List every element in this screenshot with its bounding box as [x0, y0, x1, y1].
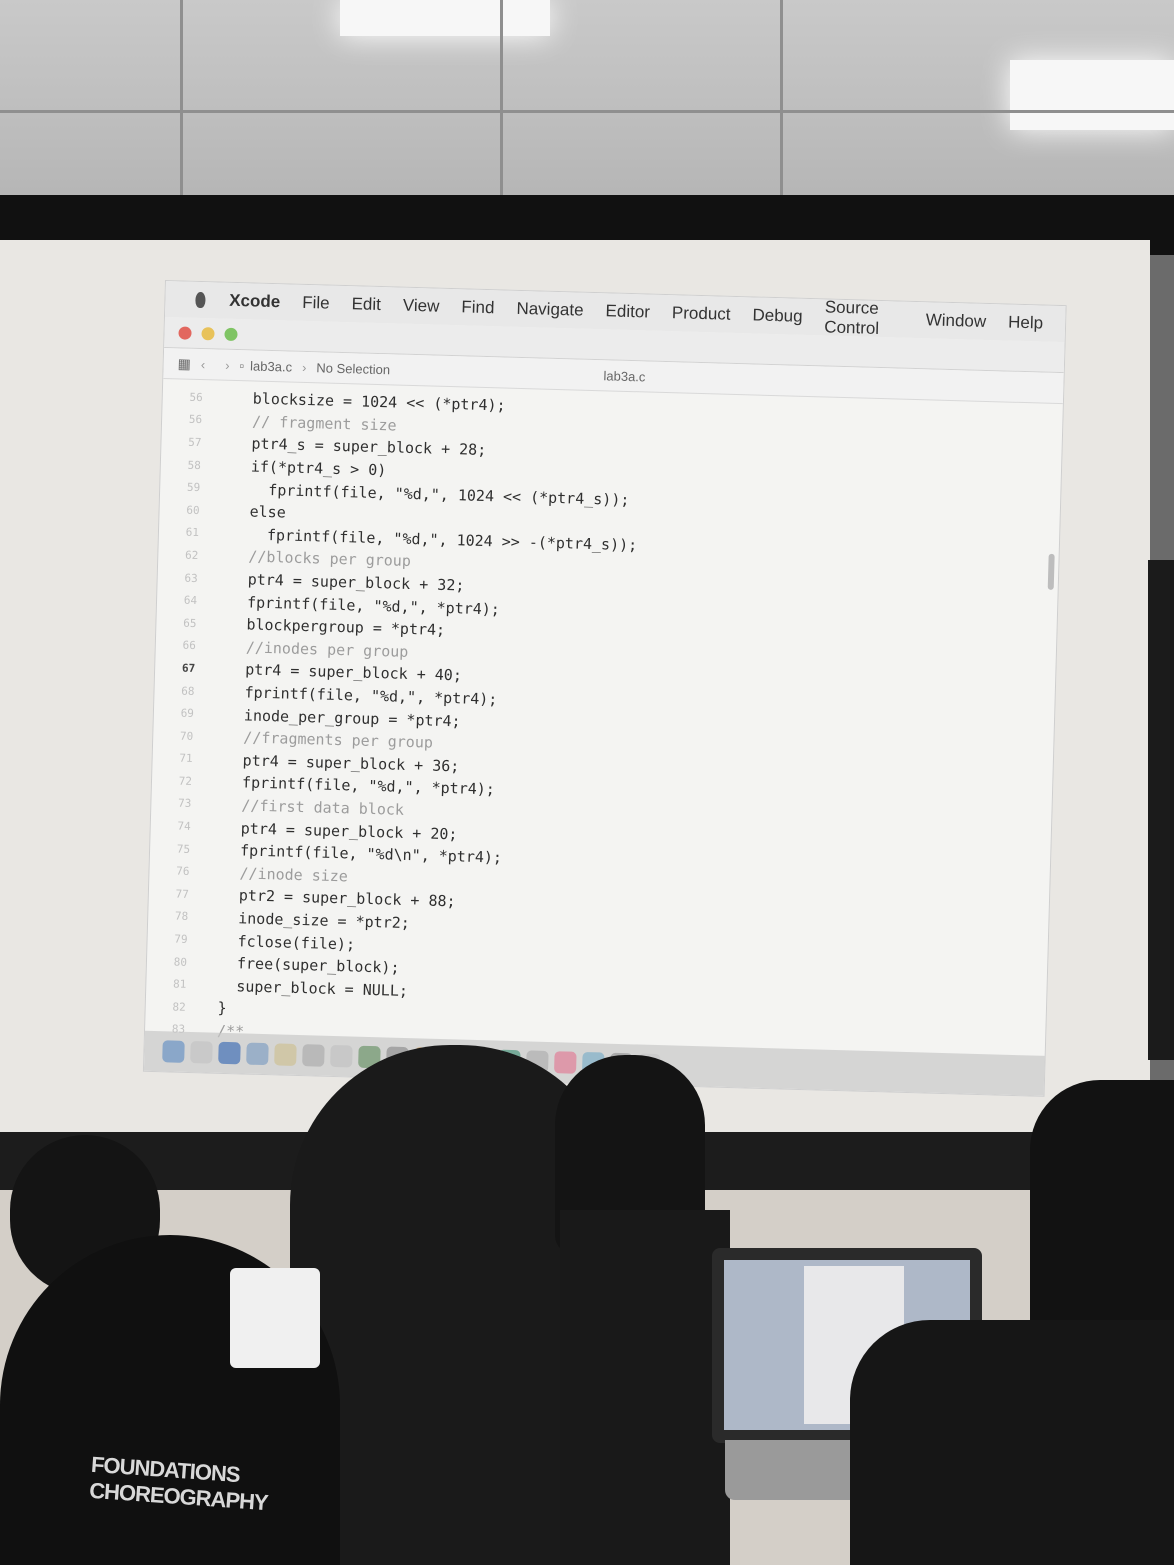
chevron-right-icon: ›	[301, 359, 307, 375]
ceiling-light	[340, 0, 550, 36]
line-number: 70	[179, 729, 194, 743]
chalkboard	[1148, 560, 1174, 1060]
line-number: 69	[180, 706, 195, 721]
menu-product[interactable]: Product	[672, 303, 731, 325]
dock-app-icon[interactable]	[274, 1043, 297, 1066]
line-number: 56	[188, 413, 203, 427]
line-number: 75	[176, 842, 191, 856]
grid-icon[interactable]: ▦	[177, 355, 191, 372]
menu-source-control[interactable]: Source Control	[824, 297, 904, 339]
line-number: 71	[179, 751, 193, 766]
back-arrow-icon[interactable]: ‹	[201, 357, 206, 372]
line-number: 79	[174, 932, 188, 946]
minimize-button[interactable]	[201, 326, 215, 340]
dock-app-icon[interactable]	[162, 1040, 185, 1063]
line-number: 81	[172, 977, 187, 992]
ceiling	[0, 0, 1174, 215]
menu-window[interactable]: Window	[925, 310, 986, 332]
code-text: //blocks per group	[230, 547, 412, 571]
menu-navigate[interactable]: Navigate	[516, 299, 584, 321]
code-text: // fragment size	[233, 411, 397, 435]
code-text: //first data block	[223, 795, 405, 819]
dock-app-icon[interactable]	[554, 1051, 577, 1074]
line-number: 56	[189, 390, 203, 404]
phone	[230, 1268, 320, 1368]
line-number: 58	[187, 458, 202, 472]
code-text: free(super_block);	[218, 953, 400, 977]
line-number: 80	[173, 955, 188, 969]
dock-app-icon[interactable]	[330, 1044, 353, 1068]
code-text: }	[217, 999, 227, 1018]
ceiling-grid-line	[500, 0, 503, 200]
code-text: //inode size	[221, 863, 349, 886]
dock-app-icon[interactable]	[218, 1041, 241, 1065]
line-number: 62	[184, 548, 199, 562]
code-editor[interactable]: 56 blocksize = 1024 << (*ptr4); 56 // fra…	[145, 379, 1063, 1065]
line-number: 65	[183, 616, 197, 630]
file-icon: ▫	[239, 357, 245, 373]
forward-arrow-icon[interactable]: ›	[225, 357, 230, 372]
zoom-button[interactable]	[224, 327, 238, 341]
close-button[interactable]	[178, 325, 192, 340]
code-text: super_block = NULL;	[218, 976, 409, 1000]
menu-file[interactable]: File	[302, 293, 330, 314]
line-number: 67	[181, 661, 196, 675]
ceiling-light	[1010, 60, 1174, 130]
dock-app-icon[interactable]	[302, 1044, 325, 1067]
line-number: 72	[178, 774, 193, 788]
line-number: 63	[184, 571, 198, 585]
line-number: 73	[177, 797, 192, 811]
xcode-window: Xcode File Edit View Find Navigate Edito…	[142, 280, 1067, 1097]
line-number: 77	[175, 887, 190, 901]
line-number: 78	[174, 909, 189, 924]
line-number: 76	[176, 864, 190, 879]
menu-debug[interactable]: Debug	[752, 305, 803, 326]
code-text: //inodes per group	[227, 637, 409, 661]
line-number: 61	[185, 526, 200, 540]
line-number: 66	[182, 638, 196, 653]
line-number: 64	[183, 593, 198, 608]
line-number: 59	[186, 480, 201, 495]
menu-edit[interactable]: Edit	[351, 294, 381, 315]
ceiling-grid-line	[780, 0, 783, 200]
line-number: 68	[181, 684, 195, 698]
window-title: lab3a.c	[603, 367, 646, 384]
breadcrumb-selection[interactable]: No Selection	[316, 360, 390, 377]
menu-app-name[interactable]: Xcode	[229, 291, 281, 312]
menu-editor[interactable]: Editor	[605, 301, 650, 322]
line-number: 82	[172, 1000, 186, 1014]
dock-app-icon[interactable]	[190, 1041, 213, 1064]
menu-find[interactable]: Find	[461, 297, 495, 318]
student-right-jacket	[850, 1320, 1174, 1565]
line-number: 74	[177, 819, 191, 834]
menu-help[interactable]: Help	[1008, 313, 1043, 334]
code-text: fclose(file);	[219, 931, 356, 954]
apple-icon[interactable]	[195, 291, 206, 309]
breadcrumb-file[interactable]: lab3a.c	[250, 358, 292, 374]
code-text: if(*ptr4_s > 0)	[232, 457, 387, 480]
line-number: 57	[188, 435, 202, 450]
ceiling-grid-line	[180, 0, 183, 200]
scrollbar-thumb[interactable]	[1047, 553, 1055, 590]
line-number: 60	[186, 503, 200, 517]
menu-view[interactable]: View	[403, 296, 440, 317]
dock-app-icon[interactable]	[246, 1042, 269, 1066]
code-text: inode_size = *ptr2;	[219, 908, 411, 933]
ceiling-grid-line	[0, 110, 1174, 113]
code-text: else	[231, 502, 286, 522]
student-center-body	[560, 1210, 730, 1565]
